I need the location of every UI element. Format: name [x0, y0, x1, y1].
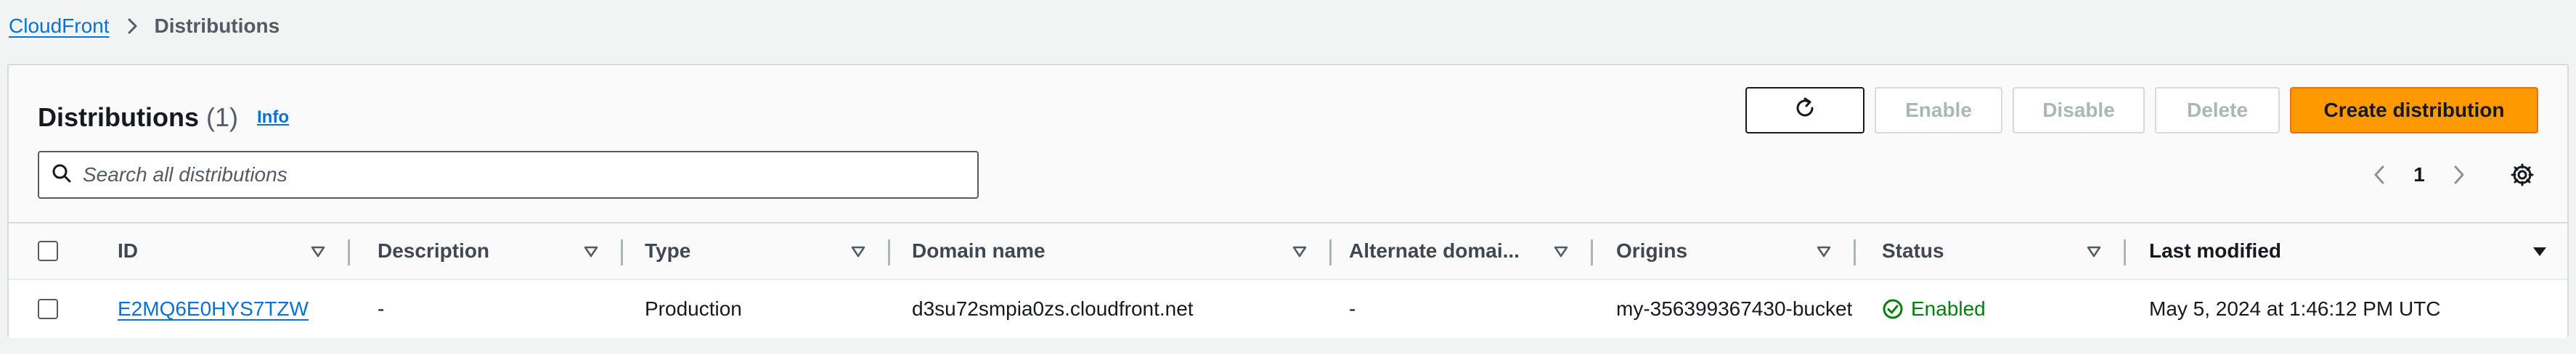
column-header-label: Type: [645, 239, 691, 262]
column-divider[interactable]: [621, 239, 623, 266]
row-select-cell: [38, 280, 67, 338]
delete-button[interactable]: Delete: [2155, 87, 2280, 133]
search-input[interactable]: [83, 163, 939, 186]
column-header-label: Last modified: [2149, 239, 2282, 262]
sort-icon: [2085, 242, 2103, 260]
breadcrumb: CloudFront Distributions: [9, 10, 280, 42]
cell-status: Enabled: [1882, 280, 2121, 338]
cell-id: E2MQ6E0HYS7TZW: [118, 280, 350, 338]
pagination: 1: [2364, 151, 2538, 199]
refresh-icon: [1793, 96, 1817, 125]
distributions-table: ID Description Type Domain name Alternat…: [9, 222, 2567, 338]
enable-button[interactable]: Enable: [1875, 87, 2002, 133]
action-buttons: Enable Disable Delete Create distributio…: [1745, 87, 2538, 133]
page-title-text: Distributions: [38, 102, 199, 132]
breadcrumb-current: Distributions: [154, 15, 280, 37]
column-header-id[interactable]: ID: [118, 223, 350, 279]
column-header-last-modified[interactable]: Last modified: [2149, 223, 2556, 279]
column-header-label: Status: [1882, 239, 1944, 262]
info-link[interactable]: Info: [257, 107, 289, 128]
cell-type: Production: [645, 297, 742, 320]
column-header-alternate-domain[interactable]: Alternate domai...: [1349, 223, 1593, 279]
distribution-id-link[interactable]: E2MQ6E0HYS7TZW: [118, 297, 309, 321]
column-header-label: Description: [378, 239, 490, 262]
cell-origins: my-356399367430-bucket: [1616, 297, 1853, 320]
sort-icon: [1291, 242, 1308, 260]
chevron-right-icon: [123, 17, 142, 36]
column-divider[interactable]: [2124, 239, 2126, 266]
title-row: Distributions (1) Info: [38, 96, 289, 139]
distribution-count: (1): [206, 102, 239, 132]
column-header-type[interactable]: Type: [645, 223, 890, 279]
column-header-label: ID: [118, 239, 138, 262]
sort-icon: [1552, 242, 1570, 260]
cell-alternate-domain: -: [1349, 297, 1356, 320]
chevron-right-icon[interactable]: [2442, 159, 2474, 191]
cell-description: -: [378, 297, 385, 320]
chevron-left-icon[interactable]: [2364, 159, 2396, 191]
cell-last-modified: May 5, 2024 at 1:46:12 PM UTC: [2149, 297, 2441, 320]
create-distribution-button[interactable]: Create distribution: [2290, 87, 2538, 133]
column-divider[interactable]: [888, 239, 890, 266]
column-divider[interactable]: [1591, 239, 1593, 266]
page-title: Distributions (1): [38, 102, 238, 133]
column-header-status[interactable]: Status: [1882, 223, 2126, 279]
select-all-cell: [38, 223, 67, 279]
column-header-label: Alternate domai...: [1349, 239, 1520, 262]
table-row[interactable]: E2MQ6E0HYS7TZW - Production d3su72smpia0…: [9, 280, 2567, 338]
breadcrumb-cloudfront-link[interactable]: CloudFront: [9, 15, 110, 38]
row-checkbox[interactable]: [38, 299, 58, 319]
page-number[interactable]: 1: [2396, 163, 2442, 186]
table-header-row: ID Description Type Domain name Alternat…: [9, 222, 2567, 280]
search-icon: [51, 162, 73, 188]
sort-icon: [309, 242, 327, 260]
column-header-label: Domain name: [912, 239, 1046, 262]
select-all-checkbox[interactable]: [38, 241, 58, 261]
settings-icon[interactable]: [2506, 159, 2538, 191]
column-divider[interactable]: [1854, 239, 1856, 266]
distributions-container: Distributions (1) Info Enable Disable De…: [7, 64, 2569, 338]
column-header-description[interactable]: Description: [378, 223, 623, 279]
status-check-icon: [1882, 298, 1904, 320]
column-header-label: Origins: [1616, 239, 1688, 262]
search-box: [38, 151, 979, 199]
status-text: Enabled: [1911, 297, 1986, 320]
refresh-button[interactable]: [1745, 87, 1864, 133]
cell-domain-name: d3su72smpia0zs.cloudfront.net: [912, 297, 1194, 320]
sort-icon: [849, 242, 867, 260]
column-divider[interactable]: [348, 239, 350, 266]
column-header-origins[interactable]: Origins: [1616, 223, 1856, 279]
disable-button[interactable]: Disable: [2013, 87, 2145, 133]
sort-icon: [1815, 242, 1833, 260]
column-divider[interactable]: [1329, 239, 1332, 266]
column-header-domain-name[interactable]: Domain name: [912, 223, 1332, 279]
sort-icon: [582, 242, 600, 260]
sort-desc-icon: [2531, 242, 2548, 260]
